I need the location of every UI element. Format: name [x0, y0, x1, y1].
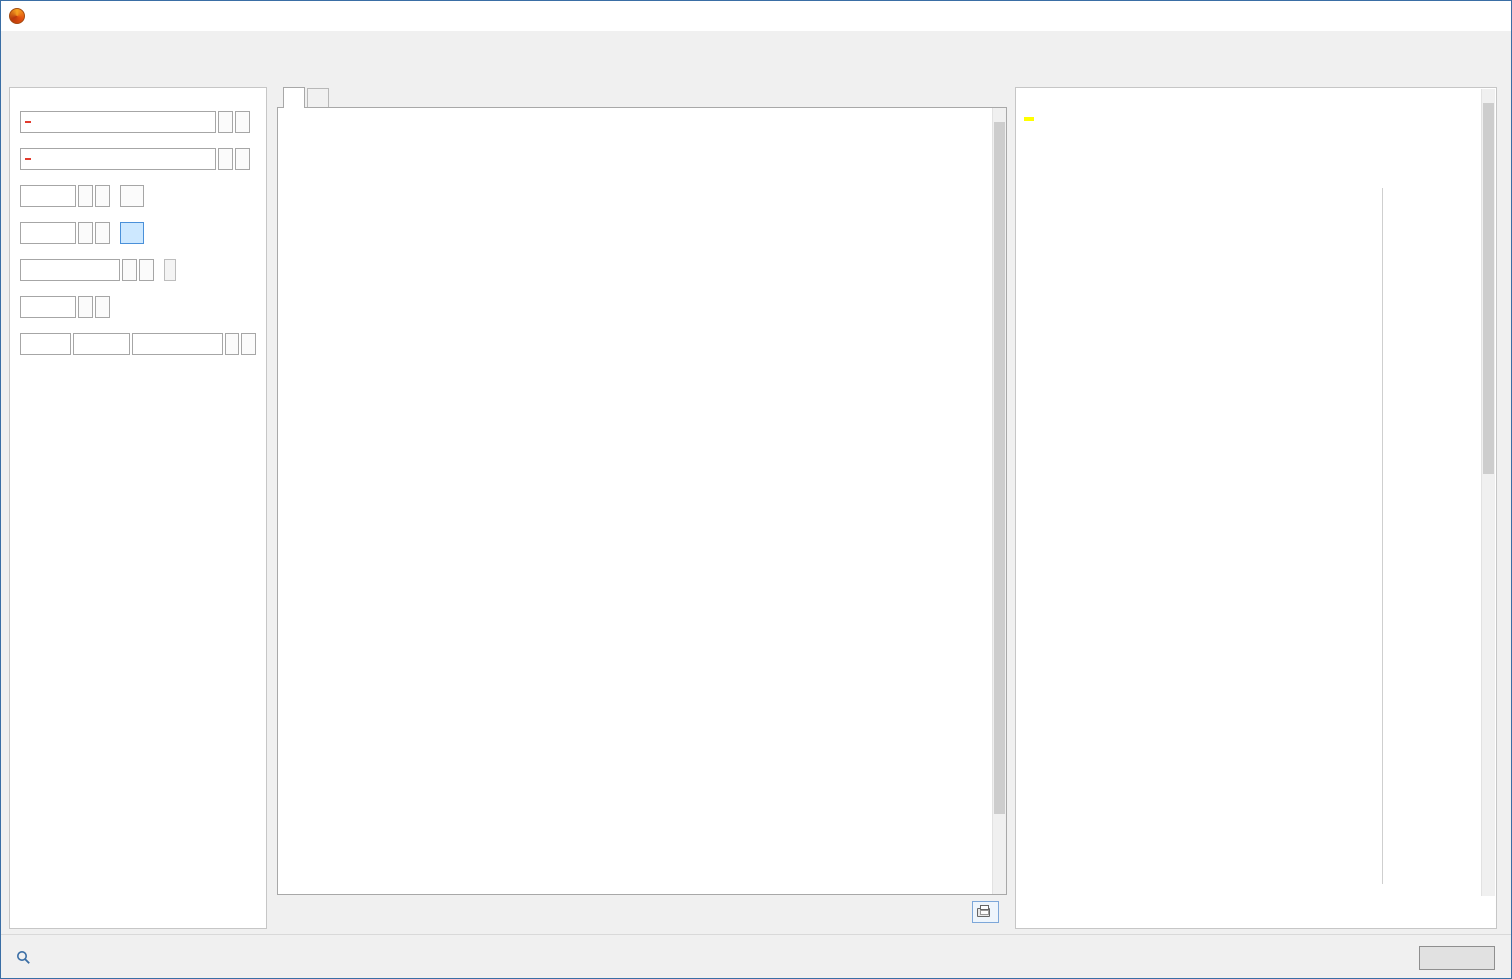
design-next-button[interactable] [241, 333, 257, 355]
display-panel [9, 87, 267, 929]
stress-point-prev-button[interactable] [78, 296, 93, 318]
tab-bar [277, 87, 1007, 108]
relative-location-button[interactable] [164, 259, 176, 281]
formula-scrollbar[interactable] [1481, 89, 1495, 896]
loading-prev-button[interactable] [218, 148, 233, 170]
gzt-badge [25, 158, 31, 160]
scroll-thumb[interactable] [994, 122, 1005, 814]
pick-member-button[interactable] [120, 222, 144, 244]
member-set-prev-button[interactable] [78, 185, 93, 207]
gzt-badge [25, 121, 31, 123]
scroll-down-icon[interactable] [993, 880, 1006, 894]
location-select[interactable] [20, 259, 120, 281]
status-bar [1, 934, 1511, 978]
maximize-button[interactable] [1423, 1, 1467, 31]
details-scrollbar[interactable] [992, 108, 1006, 894]
member-prev-button[interactable] [78, 222, 93, 244]
menu-optionen[interactable] [21, 39, 37, 45]
design-ratio-box [73, 333, 131, 355]
scroll-up-icon[interactable] [1482, 89, 1495, 103]
scroll-up-icon[interactable] [993, 108, 1006, 122]
minimize-button[interactable] [1379, 1, 1423, 31]
member-set-select[interactable] [20, 185, 76, 207]
design-type-select[interactable] [132, 333, 223, 355]
reference-divider [1382, 188, 1383, 884]
loading-next-button[interactable] [235, 148, 250, 170]
member-set-next-button[interactable] [95, 185, 110, 207]
details-table [277, 107, 1007, 895]
pick-member-set-button[interactable] [120, 185, 144, 207]
formula-body [1024, 96, 1480, 892]
scale-button[interactable] [41, 945, 65, 969]
design-situation-prev-button[interactable] [218, 111, 233, 133]
design-situation-next-button[interactable] [235, 111, 250, 133]
design-code-box [20, 333, 72, 355]
magnifier-icon [16, 950, 30, 964]
scroll-thumb[interactable] [1483, 103, 1494, 475]
title-bar [1, 1, 1511, 31]
tab-nachweisdetails[interactable] [283, 87, 305, 108]
formula-panel [1015, 87, 1497, 929]
export-table-button[interactable] [972, 901, 999, 923]
app-icon [9, 8, 25, 24]
close-button[interactable] [1467, 1, 1511, 31]
location-next-button[interactable] [139, 259, 154, 281]
printer-icon [977, 904, 990, 917]
member-select[interactable] [20, 222, 76, 244]
details-panel [277, 87, 1007, 929]
menu-bar [1, 31, 1511, 53]
design-type-highlight [1024, 117, 1034, 121]
member-next-button[interactable] [95, 222, 110, 244]
app-window [0, 0, 1512, 979]
design-prev-button[interactable] [224, 333, 240, 355]
window-controls [1379, 1, 1511, 31]
menu-ansicht[interactable] [5, 39, 21, 45]
details-footer [277, 895, 1007, 929]
stress-point-next-button[interactable] [95, 296, 110, 318]
location-prev-button[interactable] [122, 259, 137, 281]
scroll-down-icon[interactable] [1482, 882, 1495, 896]
design-situation-select[interactable] [20, 111, 216, 133]
toolbar [1, 53, 1511, 83]
zoom-button[interactable] [11, 945, 35, 969]
tab-nachweise-an-stelle[interactable] [307, 88, 329, 108]
stress-point-select[interactable] [20, 296, 76, 318]
loading-select[interactable] [20, 148, 216, 170]
close-dialog-button[interactable] [1419, 946, 1495, 970]
details-table-body [278, 108, 992, 894]
